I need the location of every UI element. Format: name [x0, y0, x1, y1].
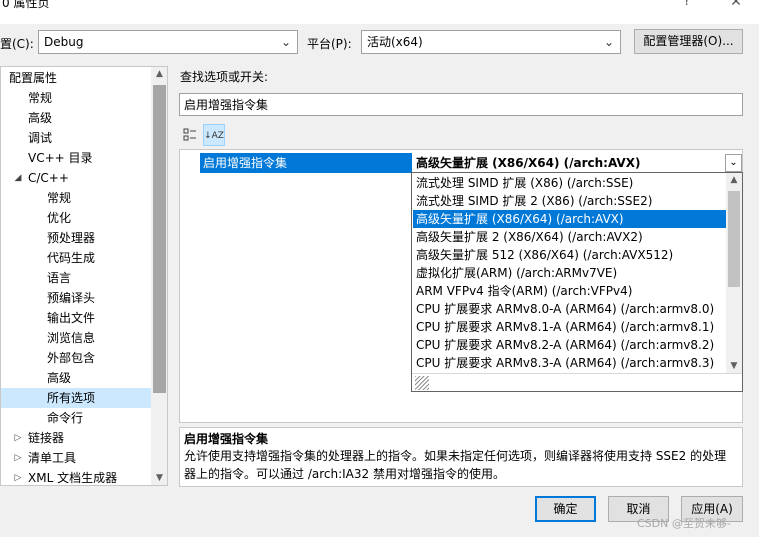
help-button[interactable]: ?: [672, 0, 702, 9]
dropdown-option[interactable]: 流式处理 SIMD 扩展 2 (X86) (/arch:SSE2): [413, 192, 726, 210]
tree-item-label: 高级: [28, 111, 53, 125]
tree-item[interactable]: 预编译头: [1, 288, 151, 308]
tree-item[interactable]: VC++ 目录: [1, 148, 151, 168]
tree-item-label: 预编译头: [47, 291, 96, 305]
dropdown-footer-divider: [412, 373, 742, 374]
scroll-thumb[interactable]: [153, 85, 166, 393]
tree-item-label: 浏览信息: [47, 331, 96, 345]
property-value[interactable]: 高级矢量扩展 (X86/X64) (/arch:AVX): [416, 153, 724, 173]
configuration-value: Debug: [44, 35, 84, 49]
alphabetical-view-button[interactable]: ↓AZ: [203, 124, 225, 146]
dropdown-option[interactable]: 高级矢量扩展 512 (X86/X64) (/arch:AVX512): [413, 246, 726, 264]
tree-item[interactable]: ◢ C/C++: [1, 168, 151, 188]
tree-item[interactable]: 配置属性: [1, 68, 151, 88]
tree-item-label: VC++ 目录: [28, 151, 93, 165]
configuration-combo[interactable]: Debug ⌄: [38, 30, 298, 54]
platform-label: 平台(P):: [307, 37, 352, 51]
dropdown-scrollbar[interactable]: ▲ ▼: [726, 173, 742, 373]
tree-item[interactable]: 常规: [1, 88, 151, 108]
tree-item-label: 调试: [28, 131, 53, 145]
tree-item[interactable]: 调试: [1, 128, 151, 148]
categorized-view-icon: [183, 128, 196, 141]
tree-item[interactable]: ▷ 清单工具: [1, 448, 151, 468]
dropdown-option[interactable]: 流式处理 SIMD 扩展 (X86) (/arch:SSE): [413, 174, 726, 192]
categorized-view-button[interactable]: [179, 124, 201, 146]
description-text: 允许使用支持增强指令集的处理器上的指令。如果未指定任何选项，则编译器将使用支持 …: [184, 449, 727, 481]
tree-item[interactable]: 高级: [1, 368, 151, 388]
tree-item[interactable]: 优化: [1, 208, 151, 228]
tree-item-label: 链接器: [28, 431, 65, 445]
tree-item-label: 常规: [28, 91, 53, 105]
dropdown-option[interactable]: CPU 扩展要求 ARMv8.3-A (ARM64) (/arch:armv8.…: [413, 354, 726, 372]
description-title: 启用增强指令集: [184, 432, 269, 446]
description-panel: 启用增强指令集 允许使用支持增强指令集的处理器上的指令。如果未指定任何选项，则编…: [179, 427, 743, 487]
tree-item[interactable]: 命令行: [1, 408, 151, 428]
tree-item[interactable]: 代码生成: [1, 248, 151, 268]
tree-item[interactable]: 语言: [1, 268, 151, 288]
chevron-down-icon: ⌄: [729, 157, 738, 168]
ok-button[interactable]: 确定: [535, 496, 596, 522]
tree-item-label: 配置属性: [9, 71, 58, 85]
dropdown-button[interactable]: ⌄: [725, 154, 742, 172]
tree-item[interactable]: 所有选项: [1, 388, 151, 408]
dropdown-option[interactable]: ARM VFPv4 指令(ARM) (/arch:VFPv4): [413, 282, 726, 300]
scroll-down-arrow-icon[interactable]: ▼: [726, 361, 742, 371]
scroll-up-arrow-icon[interactable]: ▲: [726, 175, 742, 185]
dropdown-option[interactable]: 高级矢量扩展 (X86/X64) (/arch:AVX): [413, 210, 726, 228]
tree-item[interactable]: 浏览信息: [1, 328, 151, 348]
tree-item[interactable]: ▷ XML 文档生成器: [1, 468, 151, 485]
platform-combo[interactable]: 活动(x64) ⌄: [361, 30, 621, 54]
close-button[interactable]: ✕: [718, 0, 754, 10]
expand-arrow-icon[interactable]: ▷: [13, 428, 23, 448]
tree-item-label: XML 文档生成器: [28, 471, 118, 485]
scroll-down-arrow-icon[interactable]: ▼: [151, 473, 167, 483]
tree-item[interactable]: 高级: [1, 108, 151, 128]
configuration-label: 置(C):: [0, 37, 34, 51]
search-input[interactable]: [179, 93, 743, 116]
dropdown-option[interactable]: CPU 扩展要求 ARMv8.2-A (ARM64) (/arch:armv8.…: [413, 336, 726, 354]
tree-item-label: 代码生成: [47, 251, 96, 265]
chevron-down-icon: ⌄: [603, 35, 615, 49]
tree-item-label: 语言: [47, 271, 72, 285]
scroll-up-arrow-icon[interactable]: ▲: [151, 69, 167, 79]
tree-item-label: 清单工具: [28, 451, 77, 465]
search-label: 查找选项或开关:: [180, 70, 269, 84]
tree-item-label: 优化: [47, 211, 72, 225]
tree-item[interactable]: 外部包含: [1, 348, 151, 368]
dropdown-option[interactable]: CPU 扩展要求 ARMv8.0-A (ARM64) (/arch:armv8.…: [413, 300, 726, 318]
tree-item[interactable]: ▷ 链接器: [1, 428, 151, 448]
tree-item-label: 命令行: [47, 411, 84, 425]
instruction-set-dropdown[interactable]: 流式处理 SIMD 扩展 (X86) (/arch:SSE) 流式处理 SIMD …: [411, 172, 743, 392]
tree-item-label: 高级: [47, 371, 72, 385]
title-bar: 0 属性页 ? ✕: [0, 0, 759, 24]
property-row[interactable]: 启用增强指令集 高级矢量扩展 (X86/X64) (/arch:AVX) ⌄: [180, 153, 742, 173]
platform-value: 活动(x64): [367, 35, 423, 49]
property-tree[interactable]: 配置属性 常规 高级 调试 VC++ 目录 ◢ C/C++ 常规 优化 预处理器 代码生成 语言 预编译…: [0, 66, 168, 486]
watermark: CSDN @至贺未够-: [637, 517, 731, 530]
dropdown-option[interactable]: 虚拟化扩展(ARM) (/arch:ARMv7VE): [413, 264, 726, 282]
tree-item-label: 输出文件: [47, 311, 96, 325]
chevron-down-icon: ⌄: [280, 35, 292, 49]
expand-arrow-icon[interactable]: ▷: [13, 468, 23, 485]
tree-item-label: 预处理器: [47, 231, 96, 245]
tree-scrollbar[interactable]: ▲ ▼: [151, 67, 167, 485]
collapse-arrow-icon[interactable]: ◢: [13, 168, 23, 188]
tree-item-label: 外部包含: [47, 351, 96, 365]
tree-item[interactable]: 预处理器: [1, 228, 151, 248]
tree-item[interactable]: 常规: [1, 188, 151, 208]
tree-item-label: 常规: [47, 191, 72, 205]
sort-alphabetical-icon: ↓AZ: [204, 131, 224, 141]
dropdown-option[interactable]: 高级矢量扩展 2 (X86/X64) (/arch:AVX2): [413, 228, 726, 246]
tree-item-label: 所有选项: [47, 391, 96, 405]
tree-item-label: C/C++: [28, 171, 69, 185]
tree-item[interactable]: 输出文件: [1, 308, 151, 328]
window-title: 0 属性页: [2, 0, 50, 10]
scroll-thumb[interactable]: [728, 191, 740, 287]
dropdown-option[interactable]: CPU 扩展要求 ARMv8.1-A (ARM64) (/arch:armv8.…: [413, 318, 726, 336]
property-name[interactable]: 启用增强指令集: [200, 153, 412, 173]
configuration-manager-button[interactable]: 配置管理器(O)...: [634, 29, 743, 54]
resize-grip-icon[interactable]: [415, 376, 429, 390]
expand-arrow-icon[interactable]: ▷: [13, 448, 23, 468]
